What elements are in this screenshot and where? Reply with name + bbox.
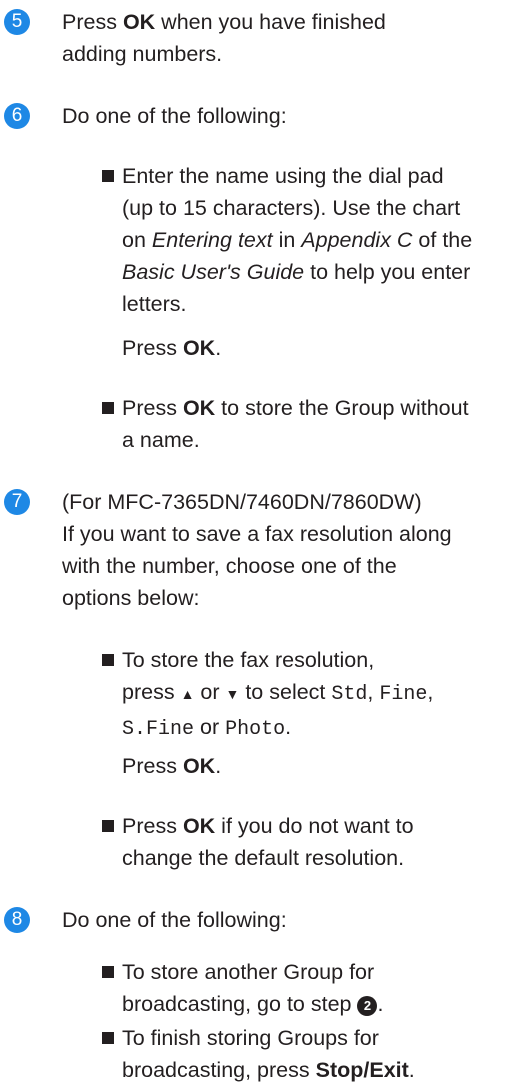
bullet-square-icon <box>102 654 114 666</box>
ok-key: OK <box>182 814 216 838</box>
step-6-bullet-2: Press OK to store the Group without a na… <box>102 392 523 456</box>
step-number-badge: 5 <box>4 9 30 35</box>
step-number-badge: 7 <box>4 489 30 515</box>
step-8-bullet-2: To finish storing Groups for broadcastin… <box>102 1022 523 1086</box>
step-6-press-ok: Press OK. <box>122 336 222 360</box>
step-5-text: Press OK when you have finished adding n… <box>62 10 386 66</box>
bullet-square-icon <box>102 966 114 978</box>
step-7-press-ok: Press OK. <box>122 754 222 778</box>
link-basic-users-guide[interactable]: Basic User's Guide <box>102 260 304 284</box>
up-arrow-icon: ▲ <box>180 686 195 702</box>
link-entering-text[interactable]: Entering text <box>152 228 273 252</box>
link-appendix-c[interactable]: Appendix C <box>301 228 412 252</box>
step-7: 7 (For MFC-7365DN/7460DN/7860DW) If you … <box>0 486 527 614</box>
option-s-fine: S.Fine <box>122 718 195 741</box>
step-7-bullet-1: To store the fax resolution, press ▲ or … <box>102 644 523 746</box>
ok-key: OK <box>182 336 216 360</box>
ok-key: OK <box>182 754 216 778</box>
option-fine: Fine <box>379 683 428 706</box>
down-arrow-icon: ▼ <box>225 686 240 702</box>
step-6-text: Do one of the following: <box>62 104 287 128</box>
option-std: Std <box>331 683 368 706</box>
step-number-badge: 8 <box>4 907 30 933</box>
bullet-square-icon <box>102 402 114 414</box>
step-7-text: (For MFC-7365DN/7460DN/7860DW) If you wa… <box>62 490 452 610</box>
step-reference-icon[interactable]: 2 <box>357 996 378 1016</box>
bullet-square-icon <box>102 170 114 182</box>
step-8-bullet-1: To store another Group for broadcasting,… <box>102 956 523 1020</box>
stop-exit-key: Stop/Exit <box>315 1058 409 1082</box>
step-8: 8 Do one of the following: <box>0 904 527 936</box>
step-number-badge: 6 <box>4 103 30 129</box>
step-6: 6 Do one of the following: <box>0 100 527 132</box>
ok-key: OK <box>122 10 156 34</box>
bullet-square-icon <box>102 820 114 832</box>
option-photo: Photo <box>225 718 286 741</box>
step-8-text: Do one of the following: <box>62 908 287 932</box>
bullet-square-icon <box>102 1032 114 1044</box>
ok-key: OK <box>182 396 216 420</box>
step-7-bullet-2: Press OK if you do not want to change th… <box>102 810 523 874</box>
step-5: 5 Press OK when you have finished adding… <box>0 6 527 70</box>
step-6-bullet-1: Enter the name using the dial pad (up to… <box>102 160 523 320</box>
